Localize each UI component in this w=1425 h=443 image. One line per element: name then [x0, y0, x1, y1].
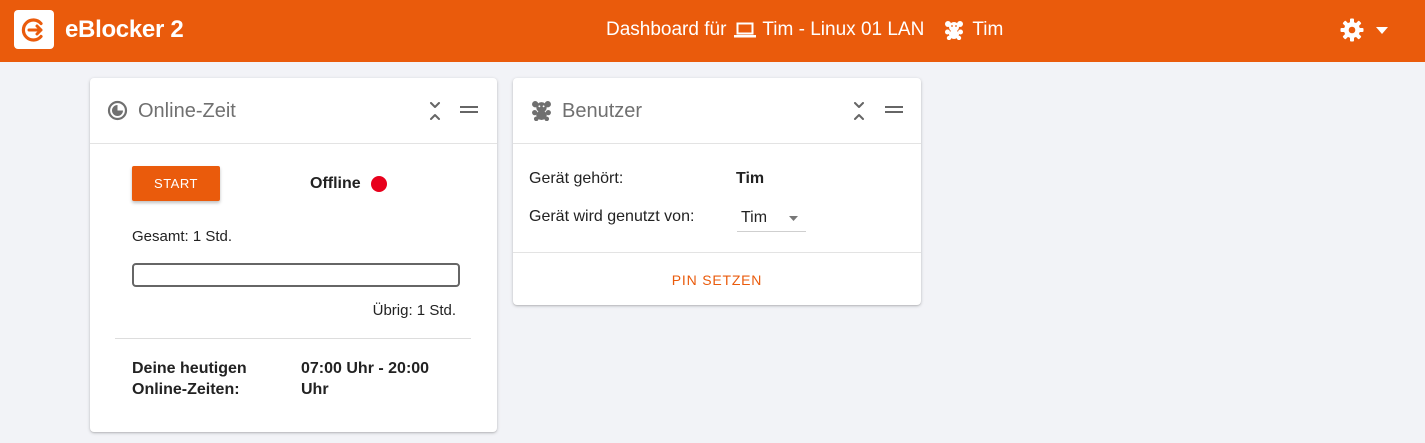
status-text: Offline [310, 175, 361, 192]
gear-icon[interactable] [1340, 18, 1364, 42]
settings-menu[interactable] [1340, 18, 1388, 42]
drag-handle-icon[interactable] [460, 106, 478, 114]
dashboard-title: Dashboard für Tim - Linux 01 LAN Tim [606, 19, 1003, 41]
owner-value: Tim [736, 170, 765, 187]
online-time-title: Online-Zeit [138, 100, 236, 122]
total-time: Gesamt: 1 Std. [132, 228, 233, 245]
used-by-select[interactable]: Tim [737, 205, 806, 232]
collapse-icon[interactable] [429, 102, 441, 120]
user-card: Benutzer Gerät gehört: Tim Gerät wird ge… [513, 78, 921, 305]
today-online-value: 07:00 Uhr - 20:00 Uhr [301, 360, 430, 398]
divider [115, 338, 471, 339]
device-name[interactable]: Tim - Linux 01 LAN [762, 19, 924, 41]
online-time-card-header: Online-Zeit [90, 78, 497, 144]
user-card-header: Benutzer [513, 78, 921, 144]
used-by-value: Tim [741, 209, 768, 226]
time-progress-bar [132, 263, 460, 287]
chevron-down-icon [789, 216, 798, 221]
user-card-title: Benutzer [562, 100, 643, 122]
collapse-icon[interactable] [853, 102, 865, 120]
today-online-label: Deine heutigen Online-Zeiten: [132, 360, 247, 398]
status-indicator [371, 176, 387, 192]
drag-handle-icon[interactable] [885, 106, 903, 114]
card-divider [513, 252, 921, 253]
top-bar: eBlocker 2 Dashboard für Tim - Linux 01 … [0, 0, 1425, 62]
teddy-bear-icon [945, 21, 964, 40]
start-button[interactable]: START [132, 166, 220, 201]
laptop-icon [734, 22, 757, 38]
eblocker-logo-icon[interactable] [14, 10, 54, 49]
brand-name: eBlocker 2 [65, 16, 184, 43]
dashboard-label: Dashboard für [606, 19, 727, 40]
used-by-label: Gerät wird genutzt von: [529, 208, 695, 225]
owner-label: Gerät gehört: [529, 170, 624, 187]
set-pin-button[interactable]: PIN SETZEN [513, 272, 921, 288]
user-name[interactable]: Tim [972, 19, 1003, 41]
teddy-bear-icon [532, 101, 551, 121]
remaining-time: Übrig: 1 Std. [372, 302, 456, 319]
caret-down-icon[interactable] [1376, 26, 1388, 34]
pie-clock-icon [107, 100, 128, 121]
online-time-card: Online-Zeit START Offline Gesamt: 1 Std.… [90, 78, 497, 432]
